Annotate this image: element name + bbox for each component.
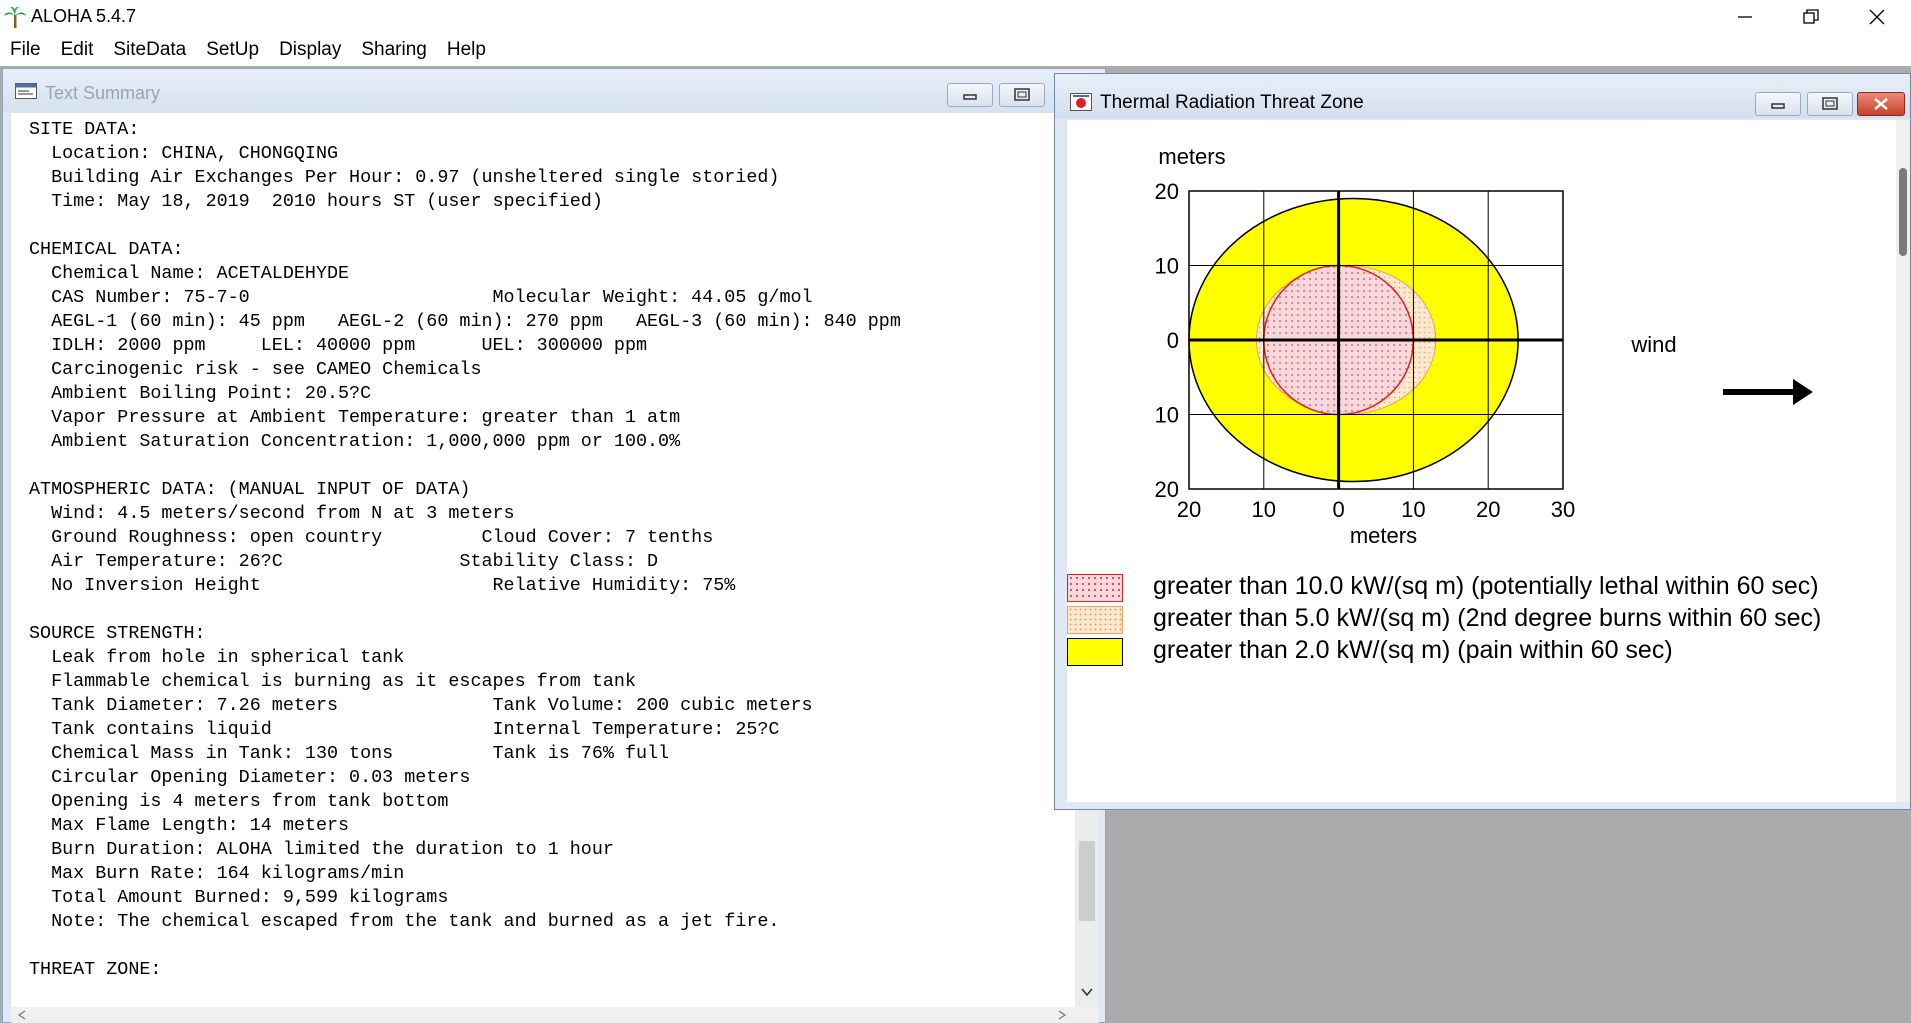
minimize-icon (963, 94, 977, 100)
menu-display[interactable]: Display (269, 34, 351, 66)
text-summary-title: Text Summary (45, 83, 161, 103)
threat-zone-icon (1070, 93, 1092, 111)
maximize-icon (1822, 97, 1838, 110)
maximize-icon (1014, 88, 1030, 101)
threat-zone-close-button[interactable] (1857, 92, 1905, 116)
scroll-right-icon[interactable] (1057, 1010, 1067, 1020)
x-tick-label: 10 (1252, 497, 1276, 522)
x-tick-label: 20 (1177, 497, 1201, 522)
y-axis-unit: meters (1158, 144, 1225, 169)
scrollbar-thumb[interactable] (1079, 841, 1095, 921)
restore-button[interactable] (1776, 2, 1846, 32)
palm-tree-icon (4, 6, 26, 28)
menu-list: File Edit SiteData SetUp Display Sharing Help (0, 34, 1911, 66)
threat-zone-window: Thermal Radiation Threat Zone meters 20 10… (1054, 73, 1911, 810)
text-window-icon (15, 83, 37, 99)
threat-zone-minimize-button[interactable] (1755, 92, 1801, 116)
scroll-left-icon[interactable] (17, 1010, 27, 1020)
y-tick-label: 20 (1155, 179, 1179, 204)
menu-sharing[interactable]: Sharing (351, 34, 437, 66)
text-summary-content[interactable]: SITE DATA: Location: CHINA, CHONGQING Bu… (11, 113, 1075, 1007)
legend-label: greater than 2.0 kW/(sq m) (pain within … (1153, 636, 1673, 664)
app-title: ALOHA 5.4.7 (31, 6, 137, 26)
threat-zone-vertical-scrollbar[interactable] (1896, 120, 1910, 802)
threat-zone-titlebar[interactable]: Thermal Radiation Threat Zone (1055, 74, 1910, 118)
threat-zone-plot-area[interactable]: meters 20 10 0 10 20 20 10 0 10 20 30 meters wind gre… (1067, 120, 1910, 802)
threat-zone-title: Thermal Radiation Threat Zone (1100, 92, 1364, 113)
menu-setup[interactable]: SetUp (196, 34, 269, 66)
text-summary-text: SITE DATA: Location: CHINA, CHONGQING Bu… (29, 119, 901, 980)
close-button[interactable] (1842, 2, 1911, 32)
legend-swatch (1067, 606, 1123, 634)
text-summary-horizontal-scrollbar[interactable] (11, 1007, 1099, 1023)
threat-zone-maximize-button[interactable] (1807, 92, 1853, 116)
restore-icon (1803, 9, 1819, 24)
legend-label: greater than 10.0 kW/(sq m) (potentially… (1153, 572, 1819, 600)
text-summary-maximize-button[interactable] (999, 83, 1045, 107)
x-tick-label: 30 (1551, 497, 1575, 522)
menu-help[interactable]: Help (437, 34, 496, 66)
x-tick-label: 20 (1476, 497, 1500, 522)
y-tick-label: 0 (1167, 328, 1179, 353)
x-axis-unit: meters (1350, 523, 1417, 548)
app-titlebar: ALOHA 5.4.7 (0, 0, 1911, 34)
x-tick-label: 10 (1401, 497, 1425, 522)
minimize-icon (1771, 103, 1785, 109)
legend-label: greater than 5.0 kW/(sq m) (2nd degree b… (1153, 604, 1822, 632)
close-icon (1869, 9, 1885, 25)
menu-file[interactable]: File (0, 34, 51, 66)
wind-label: wind (1630, 332, 1676, 357)
minimize-button[interactable] (1710, 2, 1780, 32)
legend-swatch (1067, 638, 1123, 666)
menu-sitedata[interactable]: SiteData (103, 34, 196, 66)
y-tick-label: 10 (1155, 254, 1179, 279)
scrollbar-thumb[interactable] (1899, 168, 1907, 256)
close-icon (1874, 98, 1888, 110)
y-tick-label: 10 (1155, 403, 1179, 428)
x-tick-label: 0 (1332, 497, 1344, 522)
menu-edit[interactable]: Edit (51, 34, 104, 66)
minimize-icon (1738, 16, 1752, 18)
wind-arrow-icon (1723, 379, 1813, 405)
scroll-down-icon[interactable] (1081, 987, 1093, 997)
menu-bar: File Edit SiteData SetUp Display Sharing Help (0, 34, 1911, 66)
y-tick-label: 20 (1155, 477, 1179, 502)
text-summary-minimize-button[interactable] (947, 83, 993, 107)
text-summary-titlebar[interactable]: Text Summary (3, 69, 1105, 113)
text-summary-window: Text Summary SITE DATA: Location: CHINA,… (2, 68, 1106, 1023)
legend-swatch (1067, 574, 1123, 602)
